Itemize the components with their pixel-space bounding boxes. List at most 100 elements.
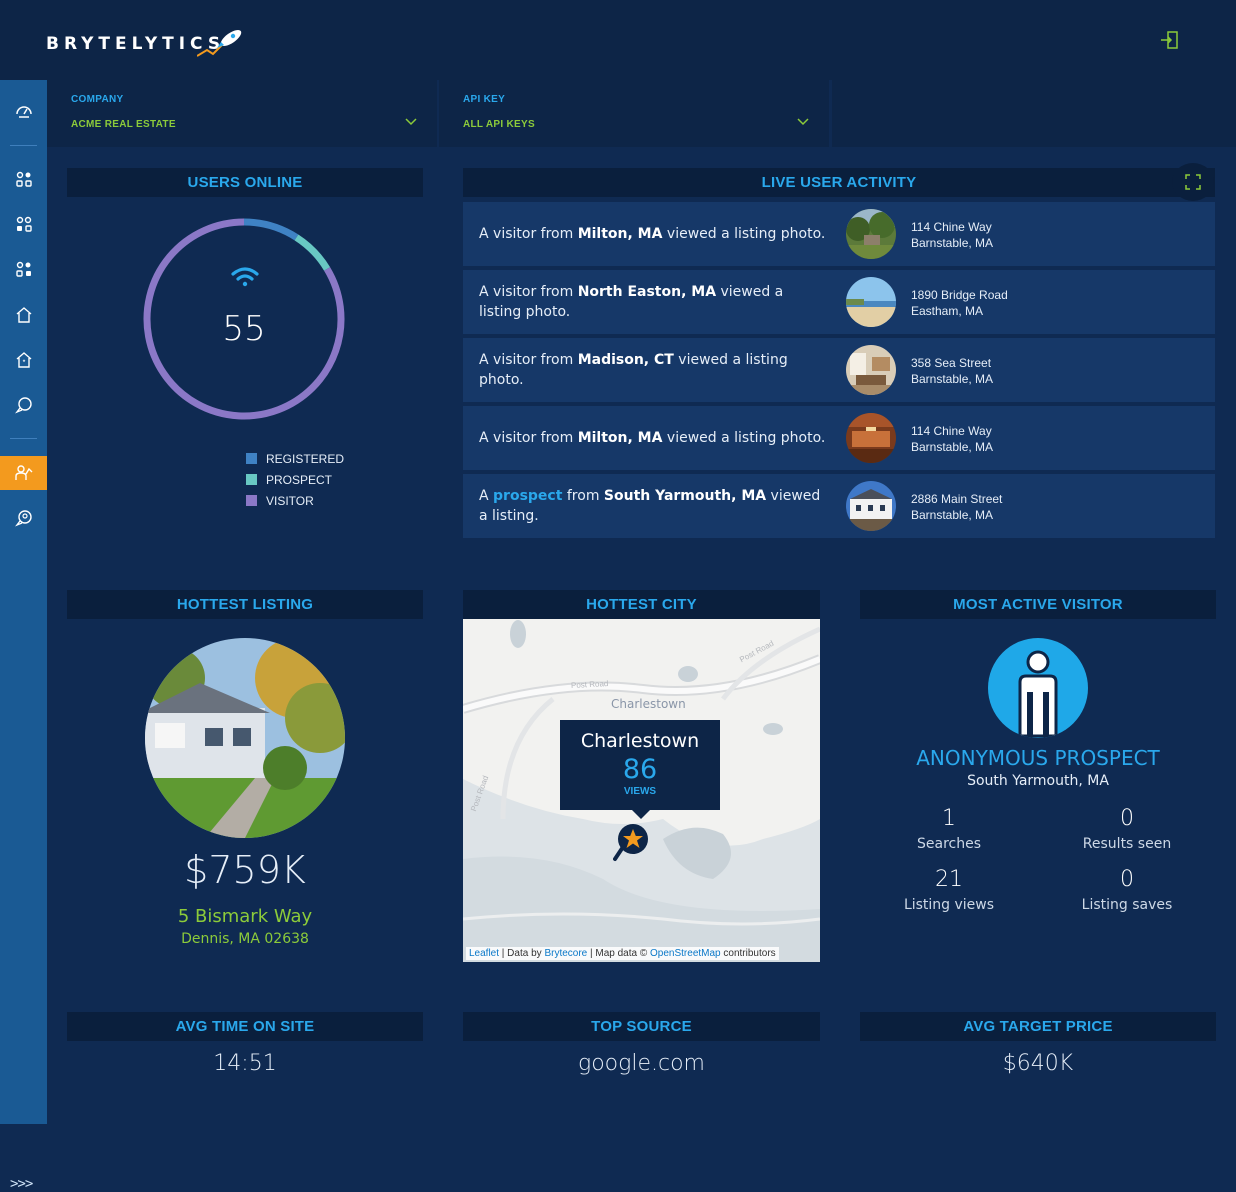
stat-results-seen: 0 Results seen <box>1082 806 1172 852</box>
filter-empty-slot <box>832 80 1236 147</box>
legend-label: VISITOR <box>266 493 314 508</box>
hottest-city-title: HOTTEST CITY <box>463 590 820 619</box>
visitor-avatar[interactable] <box>988 638 1088 738</box>
sidebar-item-live-chat[interactable] <box>0 501 47 535</box>
activity-address: 1890 Bridge Road Eastham, MA <box>911 288 1008 318</box>
activity-address: 2886 Main Street Barnstable, MA <box>911 492 1003 522</box>
users-online-count: 55 <box>222 309 266 349</box>
activity-text: A visitor from Milton, MA viewed a listi… <box>479 226 826 242</box>
listing-thumbnail[interactable] <box>846 345 896 395</box>
users-online-legend: REGISTERED PROSPECT VISITOR <box>246 448 344 511</box>
person-icon <box>1018 650 1058 738</box>
city-popup: Charlestown 86 VIEWS <box>560 720 720 810</box>
hottest-listing-photo[interactable] <box>145 638 345 838</box>
apps-icon-2 <box>16 216 32 232</box>
hottest-listing-title: HOTTEST LISTING <box>67 590 423 619</box>
expand-sidebar-button[interactable]: >>> <box>10 1176 33 1192</box>
activity-row[interactable]: A visitor from Milton, MA viewed a listi… <box>463 202 1215 266</box>
sidebar-item-home-star[interactable] <box>0 343 47 377</box>
activity-address: 114 Chine Way Barnstable, MA <box>911 220 994 250</box>
legend-swatch <box>246 495 257 506</box>
listing-thumbnail[interactable] <box>846 277 896 327</box>
top-source-value: google.com <box>578 1051 705 1076</box>
rocket-icon <box>197 29 242 57</box>
map-attribution: Leaflet | Data by Brytecore | Map data ©… <box>466 947 779 960</box>
legend-label: PROSPECT <box>266 472 333 487</box>
sidebar: >>> <box>0 80 47 1192</box>
apps-icon-1 <box>15 171 32 187</box>
live-chat-icon <box>14 510 32 527</box>
listing-thumbnail[interactable] <box>846 481 896 531</box>
map-city-label: Charlestown <box>611 697 686 711</box>
fullscreen-icon <box>1185 174 1201 190</box>
activity-address: 114 Chine Way Barnstable, MA <box>911 424 994 454</box>
stat-listing-views: 21 Listing views <box>903 867 995 913</box>
legend-item-prospect: PROSPECT <box>246 469 344 490</box>
map-marker-icon[interactable] <box>613 819 653 863</box>
legend-swatch <box>246 453 257 464</box>
top-bar: BRYTELYTICS <box>0 0 1236 80</box>
activity-text: A prospect from South Yarmouth, MA viewe… <box>479 488 821 524</box>
sidebar-item-dashboard[interactable] <box>0 94 47 128</box>
brytecore-link[interactable]: Brytecore <box>544 948 587 959</box>
popup-city: Charlestown <box>580 730 700 752</box>
stat-listing-saves: 0 Listing saves <box>1081 867 1173 913</box>
activity-place: Milton, MA <box>577 430 663 446</box>
api-key-value: ALL API KEYS <box>463 119 535 130</box>
most-active-visitor-title: MOST ACTIVE VISITOR <box>860 590 1216 619</box>
activity-row[interactable]: A visitor from North Easton, MA viewed a… <box>463 270 1215 334</box>
dashboard-icon <box>15 106 32 118</box>
sidebar-item-apps-1[interactable] <box>0 163 47 197</box>
avg-time-value: 14:51 <box>213 1051 277 1076</box>
leaflet-link[interactable]: Leaflet <box>469 948 499 959</box>
activity-row[interactable]: A visitor from Madison, CT viewed a list… <box>463 338 1215 402</box>
avg-time-title: AVG TIME ON SITE <box>67 1012 423 1041</box>
activity-text: A visitor from North Easton, MA viewed a… <box>479 284 784 320</box>
filter-bar: COMPANY ACME REAL ESTATE API KEY ALL API… <box>47 80 1236 147</box>
activity-row[interactable]: A prospect from South Yarmouth, MA viewe… <box>463 474 1215 538</box>
activity-place: Milton, MA <box>577 226 663 242</box>
legend-label: REGISTERED <box>266 451 345 466</box>
home-star-icon <box>16 352 31 368</box>
top-source-title: TOP SOURCE <box>463 1012 820 1041</box>
sidebar-divider <box>10 438 37 439</box>
legend-swatch <box>246 474 257 485</box>
company-label: COMPANY <box>71 94 124 105</box>
stat-searches: 1 Searches <box>916 806 981 852</box>
openstreetmap-link[interactable]: OpenStreetMap <box>650 948 721 959</box>
activity-address: 358 Sea Street Barnstable, MA <box>911 356 994 386</box>
popup-views-label: VIEWS <box>623 786 657 797</box>
avg-target-price-title: AVG TARGET PRICE <box>860 1012 1216 1041</box>
sidebar-item-apps-2[interactable] <box>0 208 47 242</box>
hottest-listing-street[interactable]: 5 Bismark Way <box>67 906 423 927</box>
user-activity-icon <box>14 465 32 480</box>
chat-icon <box>14 397 32 414</box>
legend-item-visitor: VISITOR <box>246 490 344 511</box>
fullscreen-button[interactable] <box>1172 163 1214 201</box>
api-key-label: API KEY <box>463 94 506 105</box>
hottest-listing-city: Dennis, MA 02638 <box>181 931 309 947</box>
legend-item-registered: REGISTERED <box>246 448 344 469</box>
sidebar-item-chat[interactable] <box>0 388 47 422</box>
brand-logo[interactable]: BRYTELYTICS <box>46 28 245 60</box>
apps-icon-3 <box>15 261 31 277</box>
listing-thumbnail[interactable] <box>846 209 896 259</box>
sidebar-item-user-activity[interactable] <box>0 456 47 490</box>
sidebar-item-apps-3[interactable] <box>0 253 47 287</box>
live-activity-title: LIVE USER ACTIVITY <box>463 168 1215 197</box>
activity-row[interactable]: A visitor from Milton, MA viewed a listi… <box>463 406 1215 470</box>
users-online-title: USERS ONLINE <box>67 168 423 197</box>
api-key-select[interactable]: API KEY ALL API KEYS <box>439 80 829 147</box>
visitor-name[interactable]: ANONYMOUS PROSPECT <box>860 746 1216 770</box>
wifi-icon <box>231 267 259 287</box>
chevron-down-icon <box>405 118 417 126</box>
company-select[interactable]: COMPANY ACME REAL ESTATE <box>47 80 437 147</box>
listing-thumbnail[interactable] <box>846 413 896 463</box>
activity-text: A visitor from Milton, MA viewed a listi… <box>479 430 826 446</box>
logout-icon[interactable] <box>1160 30 1180 50</box>
users-online-donut: 55 <box>142 217 346 421</box>
hottest-city-map[interactable]: Post Road Post Road Post Road Charlestow… <box>463 619 820 962</box>
activity-place: Madison, CT <box>577 352 674 368</box>
popup-views-count: 86 <box>622 754 658 785</box>
sidebar-item-home[interactable] <box>0 298 47 332</box>
